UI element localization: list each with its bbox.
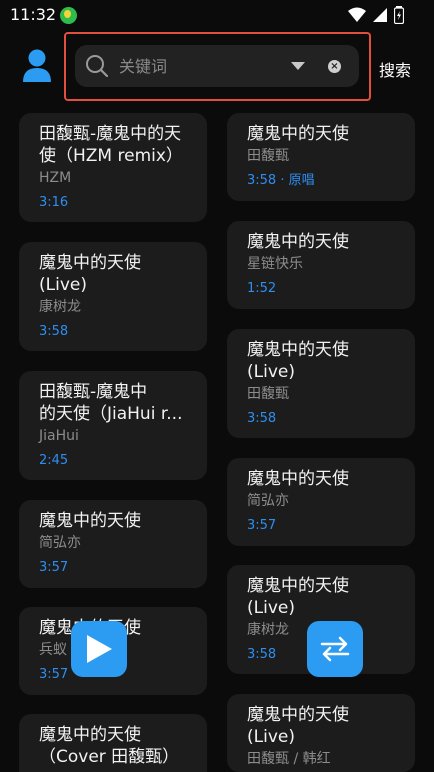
song-title: 魔鬼中的天使 (Live) [39, 253, 141, 295]
song-card[interactable]: 魔鬼中的天使 星链快乐 1:52 [227, 221, 415, 309]
song-duration: 3:57 [247, 518, 277, 533]
song-title: 魔鬼中的天使 [39, 511, 141, 531]
song-card[interactable]: 魔鬼中的天使 简弘亦 3:57 [227, 458, 415, 546]
song-artist: 星链快乐 [247, 256, 303, 272]
song-duration: 2:45 [39, 453, 69, 468]
song-title: 魔鬼中的天使 (Live) [247, 576, 349, 618]
status-icons [348, 6, 404, 24]
song-card[interactable]: 田馥甄-魔鬼中的天 使（HZM remix） HZM 3:16 [19, 113, 207, 222]
song-card[interactable]: 田馥甄-魔鬼中 的天使（JiaHui r... JiaHui 2:45 [19, 371, 207, 480]
swap-arrows-icon [320, 636, 350, 662]
play-icon [87, 635, 112, 663]
song-title: 魔鬼中的天使 [247, 124, 349, 144]
song-artist: 田馥甄 [247, 148, 289, 164]
song-artist: 简弘亦 [247, 493, 289, 509]
song-artist: 简弘亦 [39, 535, 81, 551]
song-duration: 3:58 [39, 324, 69, 339]
song-card[interactable]: 魔鬼中的天使 (Live) 康树龙 3:58 [19, 242, 207, 351]
search-button[interactable]: 搜索 [379, 57, 411, 81]
song-duration: 1:52 [247, 281, 277, 296]
swap-button[interactable] [307, 621, 363, 677]
song-card[interactable]: 魔鬼中的天使 (Live) 田馥甄 3:58 [227, 329, 415, 438]
song-title: 魔鬼中的天使 (Live) [247, 340, 349, 382]
song-duration: 3:58 · 原唱 [247, 173, 315, 188]
song-duration: 3:58 [247, 411, 277, 426]
search-box[interactable]: × [75, 45, 359, 87]
song-card[interactable]: 魔鬼中的天使 (Live) 田馥甄 / 韩红 [227, 694, 415, 772]
battery-icon [394, 6, 404, 24]
app-notification-icon [60, 7, 77, 24]
search-input[interactable] [119, 54, 279, 78]
song-title: 魔鬼中的天使 [247, 469, 349, 489]
song-artist: 康树龙 [39, 299, 81, 315]
dropdown-arrow-icon[interactable] [291, 62, 305, 70]
song-artist: 田馥甄 / 韩红 [247, 751, 331, 767]
song-title: 魔鬼中的天使 [247, 232, 349, 252]
wifi-icon [348, 7, 366, 22]
song-duration: 3:57 [39, 560, 69, 575]
song-duration: 3:16 [39, 195, 69, 210]
song-artist: 田馥甄 [247, 386, 289, 402]
search-icon [86, 55, 109, 78]
play-button[interactable] [71, 621, 127, 677]
song-artist: HZM [39, 170, 72, 186]
clear-icon[interactable]: × [328, 60, 341, 73]
song-card[interactable]: 魔鬼中的天使 简弘亦 3:57 [19, 500, 207, 588]
song-artist: JiaHui [39, 428, 79, 444]
status-time: 11:32 [10, 5, 57, 24]
status-bar: 11:32 [0, 0, 434, 30]
song-title: 魔鬼中的天使 （Cover 田馥甄） [39, 725, 180, 767]
song-title: 田馥甄-魔鬼中的天 使（HZM remix） [39, 124, 183, 166]
song-title: 田馥甄-魔鬼中 的天使（JiaHui r... [39, 382, 183, 424]
song-card[interactable]: 魔鬼中的天使 （Cover 田馥甄） [19, 714, 207, 772]
song-title: 魔鬼中的天使 (Live) [247, 705, 349, 747]
user-avatar-icon[interactable] [22, 48, 52, 84]
signal-icon [373, 8, 387, 22]
song-card[interactable]: 魔鬼中的天使 田馥甄 3:58 · 原唱 [227, 113, 415, 201]
